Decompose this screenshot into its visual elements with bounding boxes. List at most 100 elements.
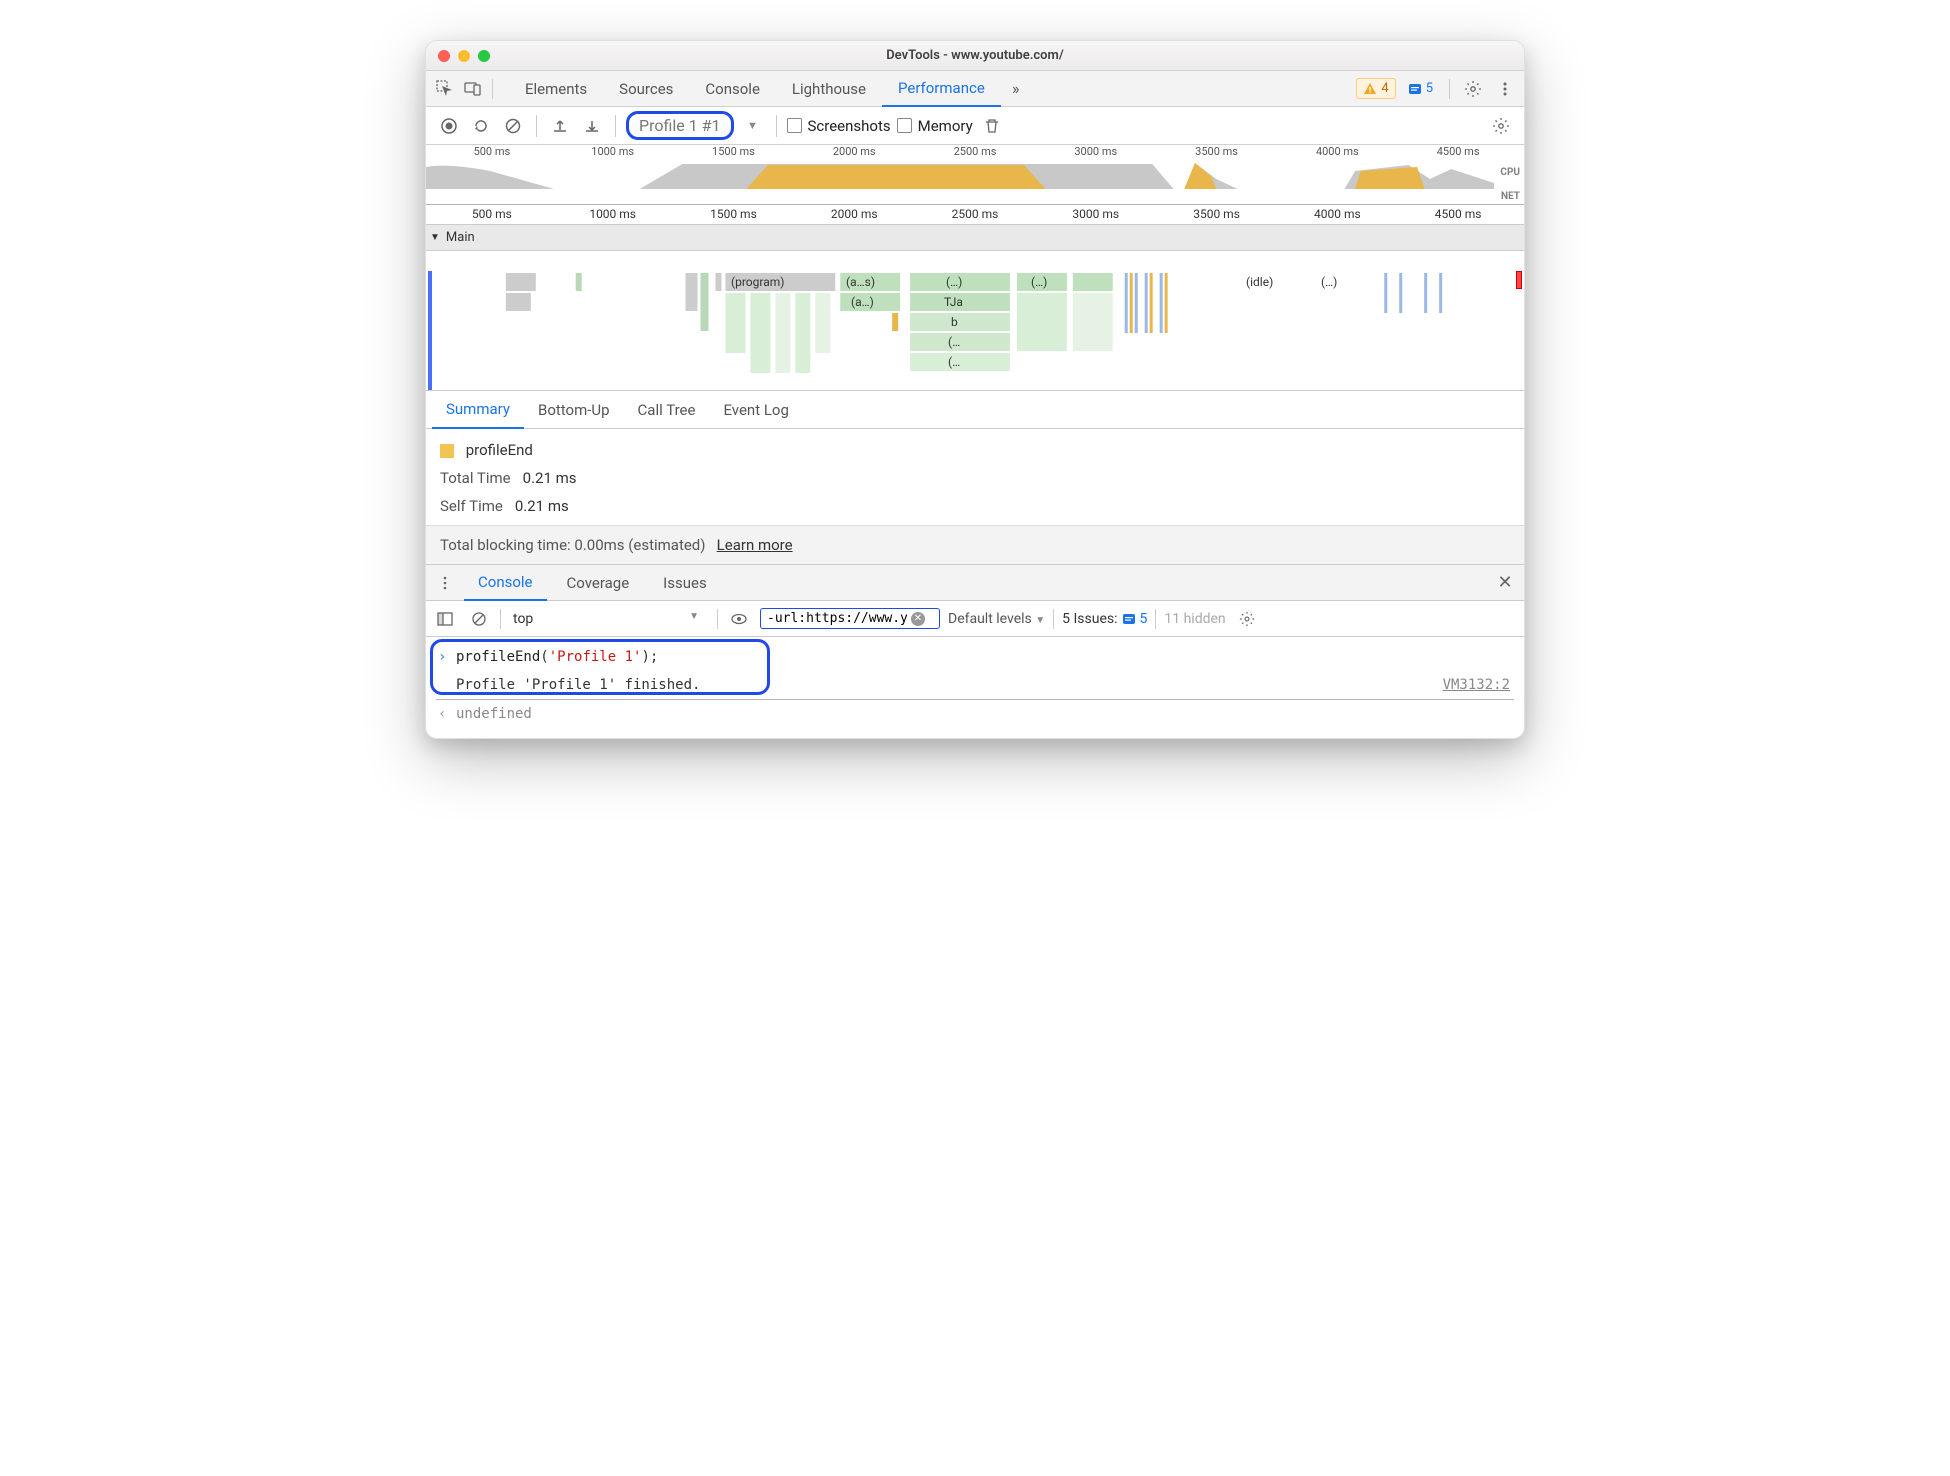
record-button[interactable] — [436, 113, 462, 139]
console-settings-icon[interactable] — [1234, 606, 1260, 632]
summary-title-row: profileEnd — [440, 441, 1510, 459]
console-toolbar: top ▼ ✕ Default levels ▼ 5 Issues: 5 11 … — [426, 601, 1524, 637]
flame-label: (… — [948, 335, 960, 349]
timeline-overview[interactable]: 500 ms 1000 ms 1500 ms 2000 ms 2500 ms 3… — [426, 145, 1524, 205]
console-filter-clear-icon[interactable]: ✕ — [911, 612, 925, 626]
flame-label: (… — [948, 355, 960, 369]
tbt-learn-more-link[interactable]: Learn more — [717, 536, 793, 554]
flame-ruler[interactable]: 500 ms 1000 ms 1500 ms 2000 ms 2500 ms 3… — [426, 205, 1524, 225]
console-clear-button[interactable] — [466, 606, 492, 632]
flame-chart[interactable]: (program) (a…s) (a…) (…) TJa b (… (… (…)… — [426, 251, 1524, 391]
screenshots-checkbox[interactable]: Screenshots — [787, 117, 891, 135]
ruler-tick: 1000 ms — [591, 145, 634, 158]
overview-ruler: 500 ms 1000 ms 1500 ms 2000 ms 2500 ms 3… — [426, 145, 1524, 161]
console-context-selector[interactable]: top ▼ — [509, 609, 709, 629]
console-issues-label: 5 Issues: — [1062, 611, 1117, 627]
flame-label: (idle) — [1246, 275, 1273, 289]
reload-record-button[interactable] — [468, 113, 494, 139]
console-input-line: › profileEnd('Profile 1'); — [436, 643, 1514, 671]
detail-tabs: Summary Bottom-Up Call Tree Event Log — [426, 391, 1524, 429]
tab-sources[interactable]: Sources — [603, 71, 689, 107]
ruler-tick: 3000 ms — [1072, 207, 1119, 221]
net-label: NET — [1501, 191, 1520, 202]
tab-performance[interactable]: Performance — [882, 71, 1001, 107]
detail-tab-call-tree[interactable]: Call Tree — [624, 391, 710, 429]
console-sidebar-toggle-icon[interactable] — [432, 606, 458, 632]
console-issues-link[interactable]: 5 Issues: 5 — [1062, 611, 1147, 627]
separator — [500, 609, 501, 629]
window-traffic-lights — [438, 50, 490, 62]
flame-section-label: Main — [446, 230, 475, 245]
performance-settings-icon[interactable] — [1488, 113, 1514, 139]
delete-profile-button[interactable] — [979, 113, 1005, 139]
ruler-tick: 1500 ms — [710, 207, 757, 221]
console-filter[interactable]: ✕ — [760, 608, 940, 629]
clear-button[interactable] — [500, 113, 526, 139]
summary-panel: profileEnd Total Time 0.21 ms Self Time … — [426, 429, 1524, 525]
drawer-close-button[interactable]: ✕ — [1492, 570, 1518, 596]
flame-label: (…) — [1321, 275, 1337, 289]
console-filter-input[interactable] — [767, 611, 907, 626]
separator — [1449, 79, 1450, 99]
drawer-tab-console[interactable]: Console — [464, 565, 547, 601]
window-zoom-button[interactable] — [478, 50, 490, 62]
inspect-element-icon[interactable] — [432, 76, 458, 102]
issues-count: 5 — [1426, 81, 1433, 96]
window-close-button[interactable] — [438, 50, 450, 62]
tab-console[interactable]: Console — [689, 71, 776, 107]
tab-lighthouse[interactable]: Lighthouse — [776, 71, 882, 107]
separator — [776, 115, 777, 137]
issues-badge[interactable]: 5 — [1402, 79, 1439, 98]
detail-tab-summary[interactable]: Summary — [432, 391, 524, 429]
tab-elements[interactable]: Elements — [509, 71, 603, 107]
separator — [536, 115, 537, 137]
profile-selector[interactable]: Profile 1 #1 — [626, 111, 734, 140]
ruler-tick: 4000 ms — [1314, 207, 1361, 221]
warnings-count: 4 — [1381, 81, 1388, 96]
console-return-line: ‹ undefined — [436, 699, 1514, 728]
flame-label: (a…s) — [846, 275, 875, 289]
profile-dropdown-icon[interactable]: ▼ — [740, 113, 766, 139]
console-output-text: Profile 'Profile 1' finished. — [456, 677, 700, 693]
memory-label: Memory — [918, 117, 973, 135]
console-output-source-link[interactable]: VM3132:2 — [1443, 674, 1510, 696]
flame-label: (a…) — [851, 295, 874, 309]
collapse-icon: ▼ — [430, 232, 440, 243]
drawer-tab-issues[interactable]: Issues — [649, 565, 721, 601]
detail-tab-event-log[interactable]: Event Log — [709, 391, 802, 429]
drawer-tab-coverage[interactable]: Coverage — [553, 565, 644, 601]
console-input-caret-icon: › — [438, 646, 446, 668]
drawer-more-icon[interactable] — [432, 570, 458, 596]
drawer-tabbar: Console Coverage Issues ✕ — [426, 565, 1524, 601]
summary-total-label: Total Time — [440, 469, 511, 487]
cpu-label: CPU — [1500, 167, 1520, 178]
main-tabs: Elements Sources Console Lighthouse Perf… — [509, 71, 1001, 107]
window-minimize-button[interactable] — [458, 50, 470, 62]
settings-icon[interactable] — [1460, 76, 1486, 102]
console-levels-label: Default levels — [948, 611, 1032, 627]
flame-label: (…) — [946, 275, 962, 289]
console-live-expression-icon[interactable] — [726, 606, 752, 632]
summary-total-time: Total Time 0.21 ms — [440, 469, 1510, 487]
separator — [492, 79, 493, 99]
download-profile-button[interactable] — [579, 113, 605, 139]
tabs-overflow-button[interactable]: » — [1003, 76, 1029, 102]
screenshots-label: Screenshots — [808, 117, 891, 135]
window-titlebar: DevTools - www.youtube.com/ — [426, 41, 1524, 71]
tbt-text: Total blocking time: 0.00ms (estimated) — [440, 536, 706, 554]
warnings-badge[interactable]: 4 — [1356, 78, 1395, 99]
console-return-caret-icon: ‹ — [438, 703, 446, 725]
console-levels-selector[interactable]: Default levels ▼ — [948, 611, 1045, 627]
summary-total-value: 0.21 ms — [523, 469, 577, 487]
ruler-tick: 1000 ms — [589, 207, 636, 221]
flame-section-header[interactable]: ▼ Main — [426, 225, 1524, 251]
flame-label: TJa — [944, 295, 963, 309]
console-input-tail: ; — [650, 649, 658, 665]
device-toolbar-icon[interactable] — [460, 76, 486, 102]
ruler-tick: 4500 ms — [1437, 145, 1480, 158]
memory-checkbox[interactable]: Memory — [897, 117, 973, 135]
more-icon[interactable] — [1492, 76, 1518, 102]
console-body[interactable]: › profileEnd('Profile 1'); Profile 'Prof… — [426, 637, 1524, 738]
detail-tab-bottom-up[interactable]: Bottom-Up — [524, 391, 624, 429]
upload-profile-button[interactable] — [547, 113, 573, 139]
